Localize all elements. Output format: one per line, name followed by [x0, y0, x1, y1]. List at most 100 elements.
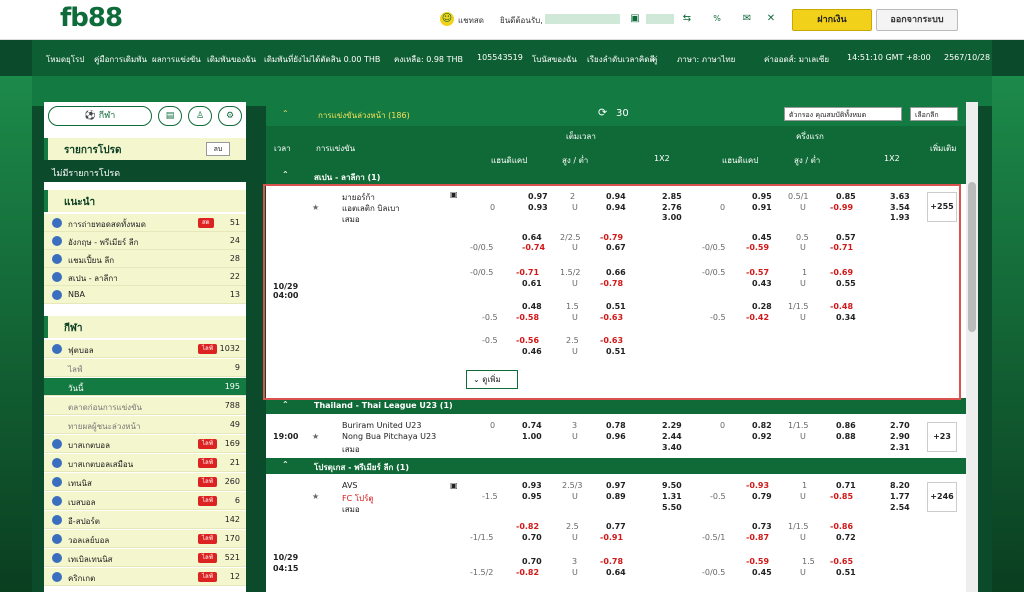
sidebar-item[interactable]: ตลาดก่อนการแข่งขัน 788 — [44, 397, 246, 415]
chat-link[interactable]: แชทสด — [458, 14, 484, 27]
odds-cell[interactable]: -0.86 — [830, 522, 853, 531]
odds-cell[interactable]: 0.74 — [522, 421, 542, 430]
odds-cell[interactable]: 0.51 — [836, 568, 856, 577]
sidebar-item[interactable]: เทเบิลเทนนิส ไลฟ์ 521 — [44, 549, 246, 567]
sidebar-item[interactable]: อี-สปอร์ต 142 — [44, 511, 246, 529]
sidebar-item[interactable]: เทนนิส ไลฟ์ 260 — [44, 473, 246, 491]
odds-cell[interactable]: -0.5 — [710, 492, 726, 501]
sport-tab[interactable]: ⚽ กีฬา — [48, 106, 152, 126]
nav-item[interactable]: คู่ — [652, 53, 657, 66]
sidebar-item[interactable]: ไลฟ์ 9 — [44, 359, 246, 377]
stats-icon[interactable]: ▣ — [450, 481, 458, 490]
odds-cell[interactable]: -0.59 — [746, 557, 769, 566]
sidebar-item[interactable]: คริกเกต ไลฟ์ 12 — [44, 568, 246, 586]
sidebar-item[interactable]: NBA 13 — [44, 286, 246, 304]
odds-cell[interactable]: 3.40 — [662, 443, 682, 452]
odds-cell[interactable]: U — [800, 533, 806, 542]
betslip-icon[interactable]: ▤ — [158, 106, 182, 126]
choose-league-button[interactable]: เลือกลีก — [910, 107, 958, 121]
odds-cell[interactable]: 1.5 — [802, 557, 815, 566]
odds-cell[interactable]: 2.29 — [662, 421, 682, 430]
more-markets-button[interactable]: +246 — [927, 482, 957, 512]
odds-cell[interactable]: -0.78 — [600, 557, 623, 566]
odds-cell[interactable]: 8.20 — [890, 481, 910, 490]
odds-cell[interactable]: 0.79 — [752, 492, 772, 501]
odds-cell[interactable]: 3 — [572, 557, 577, 566]
odds-cell[interactable]: -0.65 — [830, 557, 853, 566]
deposit-button[interactable]: ฝากเงิน — [792, 9, 872, 31]
nav-item[interactable]: คู่มือการเดิมพัน — [94, 53, 147, 66]
odds-cell[interactable]: U — [800, 492, 806, 501]
odds-cell[interactable]: 0.64 — [606, 568, 626, 577]
odds-cell[interactable]: 1/1.5 — [788, 421, 809, 430]
odds-cell[interactable]: 1 — [802, 481, 807, 490]
sidebar-item[interactable]: วอลเลย์บอล ไลฟ์ 170 — [44, 530, 246, 548]
sidebar-item[interactable]: สเปน - ลาลีกา 22 — [44, 268, 246, 286]
odds-cell[interactable]: 1.00 — [522, 432, 542, 441]
refresh-icon[interactable]: ⟳ — [598, 106, 607, 119]
odds-cell[interactable]: -0.5/1 — [702, 533, 725, 542]
odds-cell[interactable]: -1.5 — [482, 492, 498, 501]
odds-cell[interactable]: 2.5 — [566, 522, 579, 531]
odds-cell[interactable]: 0.82 — [752, 421, 772, 430]
chat-icon[interactable]: ☺ — [440, 12, 454, 26]
sidebar-item[interactable]: แชมเปี้ยน ลีก 28 — [44, 250, 246, 268]
odds-cell[interactable]: 0.78 — [606, 421, 626, 430]
odds-cell[interactable]: 1.31 — [662, 492, 682, 501]
odds-cell[interactable]: 2.44 — [662, 432, 682, 441]
nav-item[interactable]: ค่าออดส์: มาเลเซีย — [764, 53, 829, 66]
favorite-star-icon[interactable]: ★ — [312, 492, 319, 501]
scrollbar[interactable] — [966, 102, 978, 592]
odds-cell[interactable]: 0 — [490, 421, 495, 430]
odds-cell[interactable]: 3 — [572, 421, 577, 430]
odds-cell[interactable]: U — [572, 533, 578, 542]
odds-cell[interactable]: 0.92 — [752, 432, 772, 441]
odds-cell[interactable]: 1/1.5 — [788, 522, 809, 531]
sidebar-item[interactable]: ฟุตบอล ไลฟ์ 1032 — [44, 340, 246, 358]
league-header[interactable]: ⌃ สเปน - ลาลีกา (1) — [266, 168, 978, 184]
nav-item[interactable]: โหมดยุโรป — [46, 53, 84, 66]
odds-cell[interactable]: 0.72 — [836, 533, 856, 542]
odds-cell[interactable]: 0.96 — [606, 432, 626, 441]
odds-cell[interactable]: -0.85 — [830, 492, 853, 501]
odds-cell[interactable]: -0.82 — [516, 522, 539, 531]
nav-item[interactable]: เรียงลำดับเวลาคิดดี — [587, 53, 655, 66]
delete-favorites-button[interactable]: ลบ — [206, 142, 230, 156]
logo[interactable]: fb88 — [60, 3, 123, 33]
odds-cell[interactable]: 0.45 — [752, 568, 772, 577]
odds-cell[interactable]: -0.82 — [516, 568, 539, 577]
odds-cell[interactable]: U — [572, 568, 578, 577]
sidebar-item[interactable]: บาสเกตบอลเสมือน ไลฟ์ 21 — [44, 454, 246, 472]
sidebar-item[interactable]: ทายผลผู้ชนะล่วงหน้า 49 — [44, 416, 246, 434]
more-markets-button[interactable]: +23 — [927, 422, 957, 452]
wallet-icon[interactable]: ▣ — [628, 12, 642, 26]
nav-item[interactable]: โบนัสของฉัน — [532, 53, 577, 66]
odds-cell[interactable]: 0.70 — [522, 533, 542, 542]
nav-item[interactable]: ภาษา: ภาษาไทย — [677, 53, 735, 66]
collapse-icon[interactable]: ⌃ — [282, 109, 289, 118]
filter-dropdown[interactable]: ตัวกรอง คุณสมบัติทั้งหมด — [784, 107, 902, 121]
settings-icon[interactable]: ✕ — [764, 12, 778, 26]
odds-cell[interactable]: -1/1.5 — [470, 533, 493, 542]
league-header[interactable]: ⌃ Thailand - Thai League U23 (1) — [266, 398, 978, 414]
transfer-icon[interactable]: ⇆ — [680, 12, 694, 26]
odds-cell[interactable]: 0.77 — [606, 522, 626, 531]
odds-cell[interactable]: U — [572, 432, 578, 441]
odds-cell[interactable]: U — [572, 492, 578, 501]
sidebar-item[interactable]: เบสบอล ไลฟ์ 6 — [44, 492, 246, 510]
mail-icon[interactable]: ✉ — [740, 12, 754, 26]
odds-cell[interactable]: -0.87 — [746, 533, 769, 542]
nav-item[interactable]: เดิมพันที่ยังไม่ได้ตัดสิน 0.00 THB — [264, 53, 380, 66]
sidebar-item[interactable]: บาสเกตบอล ไลฟ์ 169 — [44, 435, 246, 453]
odds-cell[interactable]: 0.88 — [836, 432, 856, 441]
odds-cell[interactable]: 9.50 — [662, 481, 682, 490]
odds-cell[interactable]: 2.5/3 — [562, 481, 583, 490]
odds-cell[interactable]: 0.95 — [522, 492, 542, 501]
odds-cell[interactable]: U — [800, 568, 806, 577]
nav-item[interactable]: เดิมพันของฉัน — [207, 53, 256, 66]
odds-cell[interactable]: 0.71 — [836, 481, 856, 490]
odds-cell[interactable]: 2.70 — [890, 421, 910, 430]
favorite-star-icon[interactable]: ★ — [312, 432, 319, 441]
odds-cell[interactable]: 0.86 — [836, 421, 856, 430]
odds-cell[interactable]: U — [800, 432, 806, 441]
